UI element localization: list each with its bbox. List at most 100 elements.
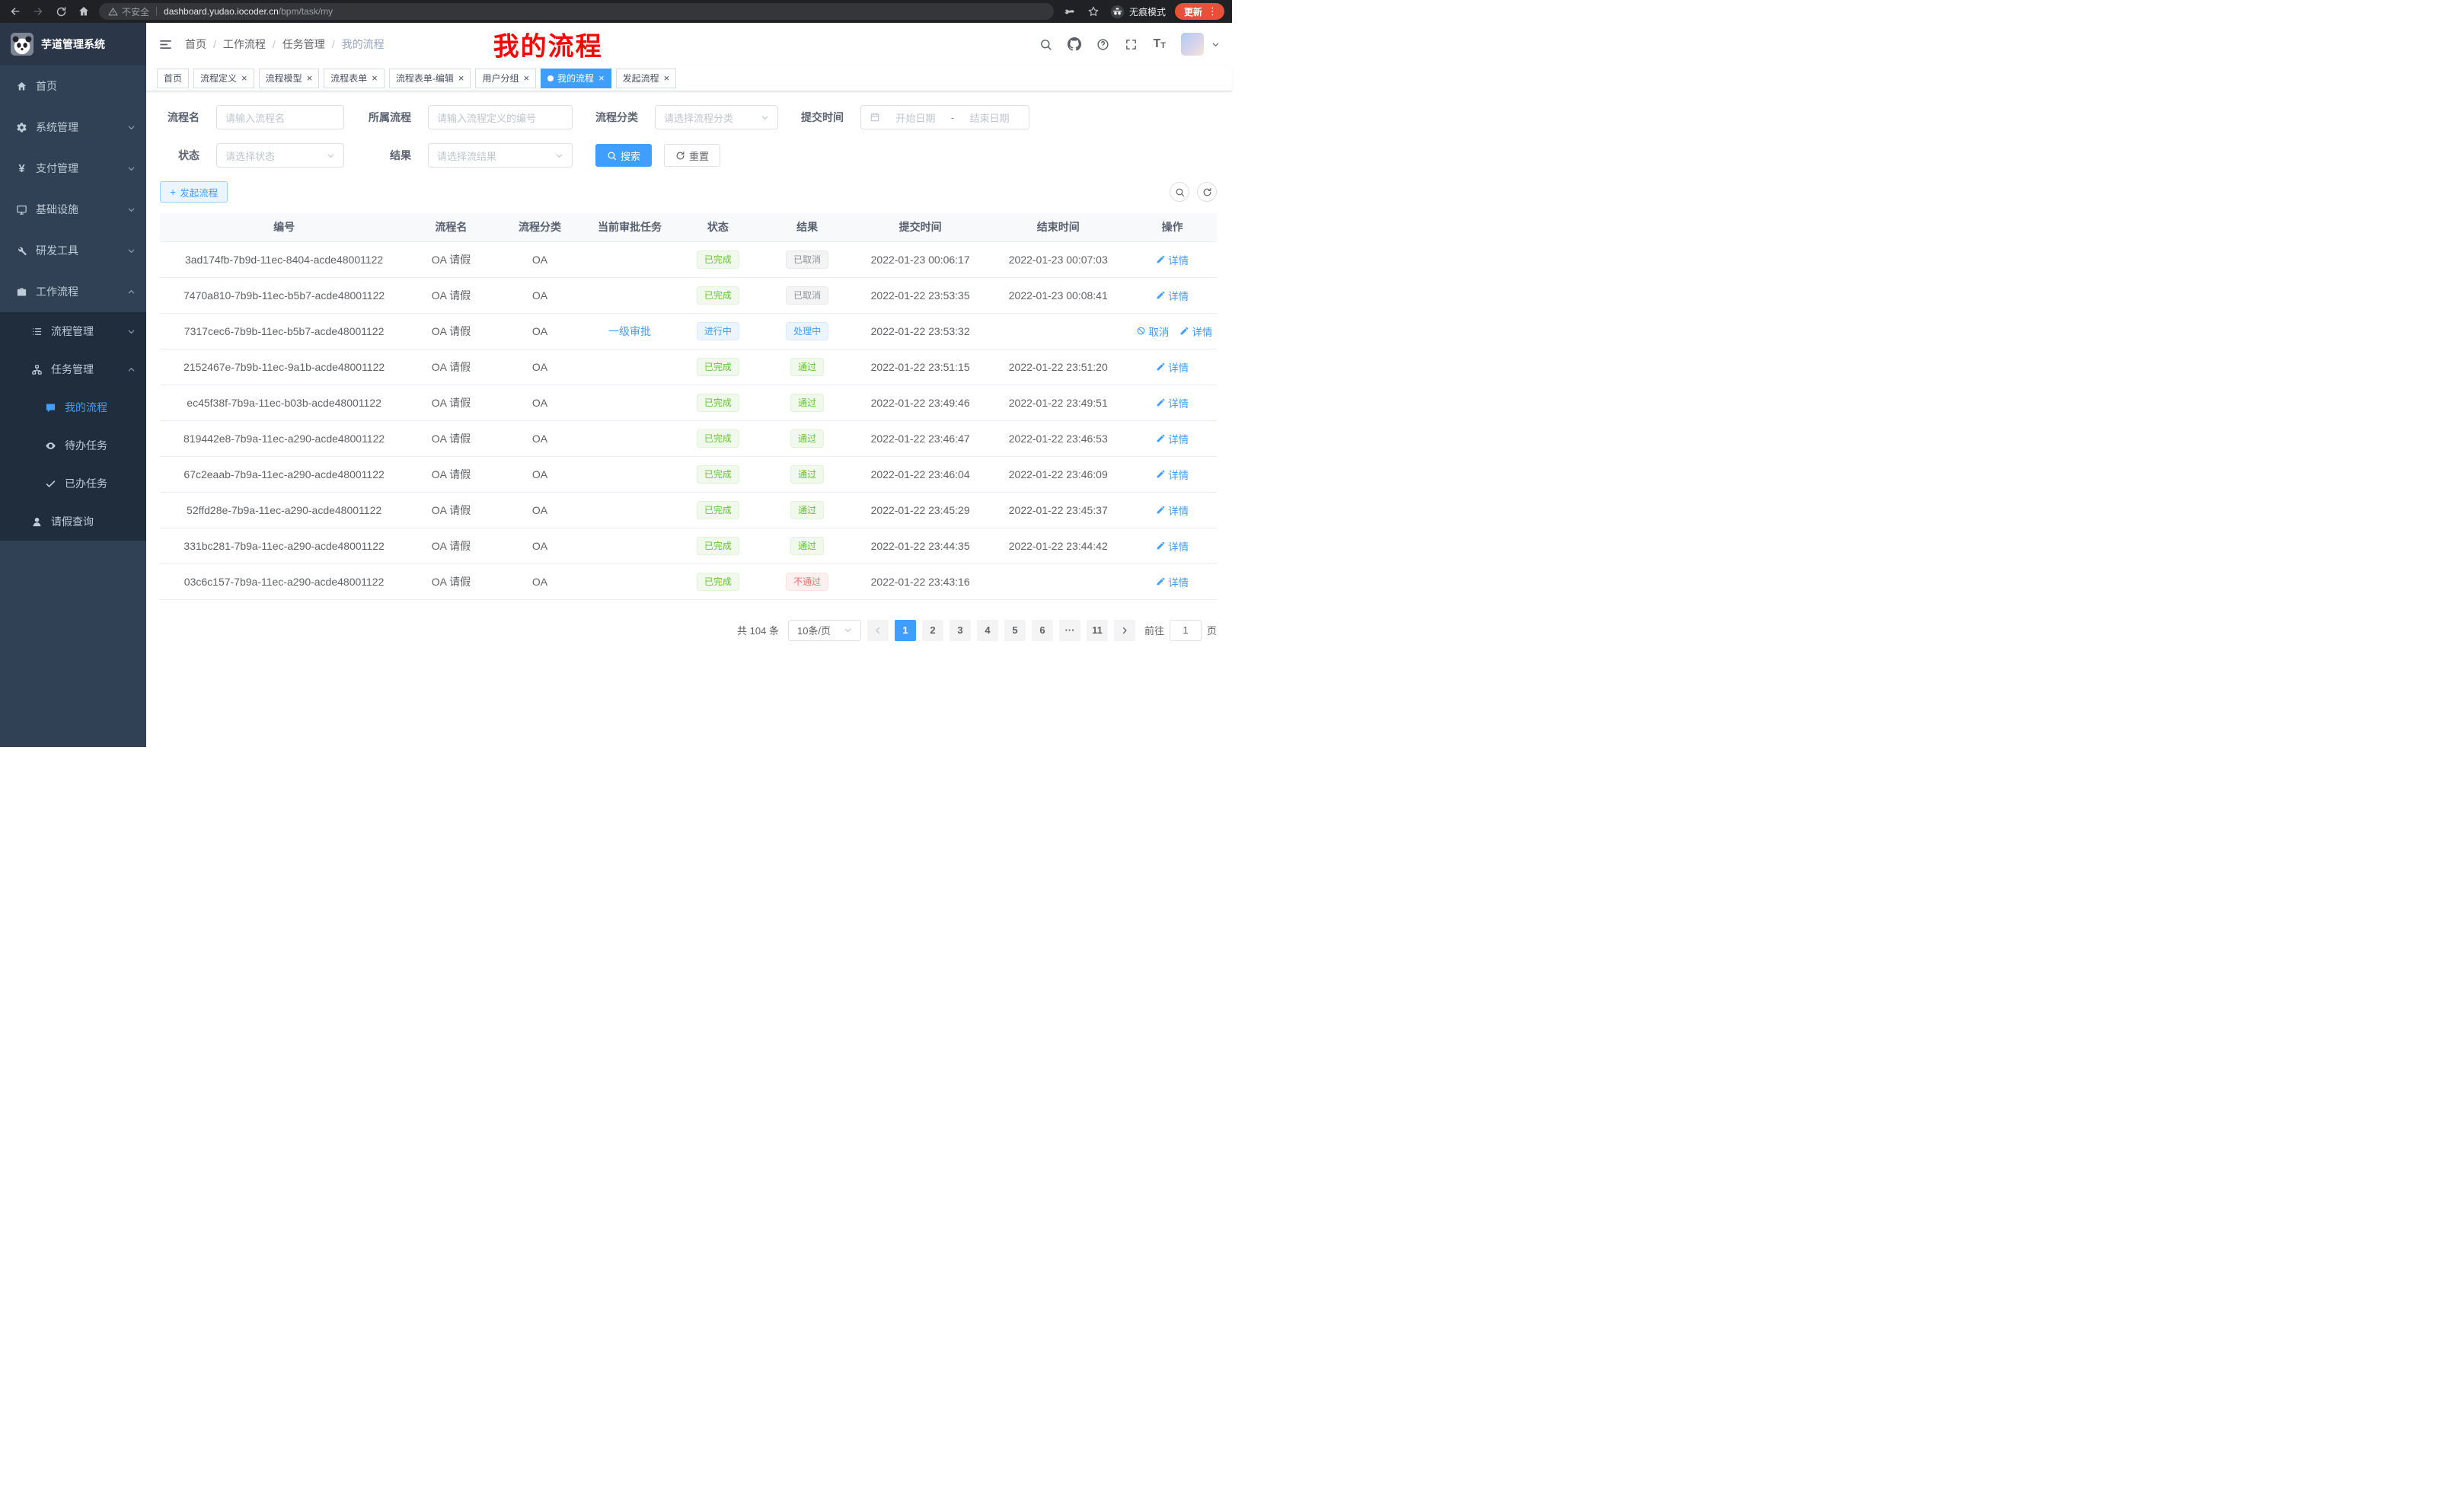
tab-流程表单[interactable]: 流程表单× <box>324 69 385 88</box>
detail-action-button[interactable]: 详情 <box>1156 538 1189 554</box>
page-button-3[interactable]: 3 <box>950 620 971 641</box>
detail-action-button[interactable]: 详情 <box>1156 503 1189 518</box>
tab-close-icon[interactable]: × <box>663 73 670 83</box>
avatar-caret-icon[interactable] <box>1211 40 1220 49</box>
cell-end-time: 2022-01-22 23:46:53 <box>988 420 1128 456</box>
tab-close-icon[interactable]: × <box>306 73 313 83</box>
annotation-overlay: 我的流程 <box>493 26 603 63</box>
reset-button[interactable]: 重置 <box>664 144 720 167</box>
detail-action-button[interactable]: 详情 <box>1156 252 1189 267</box>
table-row: 52ffd28e-7b9a-11ec-a290-acde48001122OA 请… <box>160 492 1217 528</box>
breadcrumb-workflow[interactable]: 工作流程 <box>223 37 266 52</box>
breadcrumb-task-mgmt[interactable]: 任务管理 <box>282 37 325 52</box>
result-select[interactable]: 请选择流结果 <box>428 143 573 168</box>
tab-发起流程[interactable]: 发起流程× <box>616 69 677 88</box>
tab-close-icon[interactable]: × <box>458 73 464 83</box>
sidebar-item-leave-query[interactable]: 请假查询 <box>0 503 146 541</box>
page-button-4[interactable]: 4 <box>977 620 998 641</box>
breadcrumb-home[interactable]: 首页 <box>185 37 206 52</box>
kebab-menu-icon[interactable]: ⋮ <box>1208 5 1218 18</box>
tab-流程表单-编辑[interactable]: 流程表单-编辑× <box>389 69 471 88</box>
update-button[interactable]: 更新 ⋮ <box>1175 3 1224 20</box>
chevron-up-icon <box>127 288 136 296</box>
tab-流程定义[interactable]: 流程定义× <box>193 69 254 88</box>
refresh-table-button[interactable] <box>1197 182 1217 202</box>
sidebar-item-devtools[interactable]: 研发工具 <box>0 230 146 271</box>
tab-首页[interactable]: 首页 <box>157 69 189 88</box>
page-button-1[interactable]: 1 <box>895 620 916 641</box>
prev-page-button[interactable] <box>867 620 889 641</box>
cell-category: OA <box>494 420 586 456</box>
detail-action-button[interactable]: 详情 <box>1156 574 1189 589</box>
process-name-input[interactable]: 请输入流程名 <box>216 105 344 129</box>
sidebar-item-my-process[interactable]: 我的流程 <box>0 388 146 426</box>
chevron-down-icon <box>555 152 563 160</box>
sidebar-item-todo-tasks[interactable]: 待办任务 <box>0 426 146 464</box>
page-button-5[interactable]: 5 <box>1004 620 1026 641</box>
detail-action-button[interactable]: 详情 <box>1156 431 1189 446</box>
start-process-button[interactable]: + 发起流程 <box>160 181 228 203</box>
browser-home-icon[interactable] <box>76 4 91 19</box>
check-icon <box>44 478 57 490</box>
detail-action-button[interactable]: 详情 <box>1156 395 1189 410</box>
cell-current-task <box>586 349 673 385</box>
sidebar-item-infra[interactable]: 基础设施 <box>0 189 146 230</box>
tab-用户分组[interactable]: 用户分组× <box>475 69 536 88</box>
process-id-input[interactable]: 请输入流程定义的编号 <box>428 105 573 129</box>
page-button-6[interactable]: 6 <box>1032 620 1053 641</box>
goto-page-input[interactable] <box>1170 620 1202 641</box>
page-buttons: 123456···11 <box>895 620 1108 641</box>
edit-icon <box>1179 326 1189 336</box>
edit-icon <box>1156 576 1166 586</box>
tab-close-icon[interactable]: × <box>241 73 247 83</box>
status-select[interactable]: 请选择状态 <box>216 143 344 168</box>
detail-action-button[interactable]: 详情 <box>1156 467 1189 482</box>
app-logo[interactable]: 芋道管理系统 <box>0 23 146 65</box>
tab-close-icon[interactable]: × <box>598 73 605 83</box>
bookmark-star-icon[interactable] <box>1086 4 1101 19</box>
header-search-icon[interactable] <box>1039 38 1052 51</box>
tab-流程模型[interactable]: 流程模型× <box>259 69 320 88</box>
key-icon[interactable] <box>1061 4 1077 19</box>
page-size-select[interactable]: 10条/页 <box>788 620 861 641</box>
detail-action-button[interactable]: 详情 <box>1179 324 1212 339</box>
detail-action-button[interactable]: 详情 <box>1156 359 1189 375</box>
submit-time-range[interactable]: 开始日期 - 结束日期 <box>860 105 1029 129</box>
back-icon[interactable] <box>8 4 23 19</box>
tab-close-icon[interactable]: × <box>522 73 529 83</box>
action-label: 详情 <box>1168 574 1189 589</box>
hamburger-icon[interactable] <box>158 37 173 52</box>
category-select[interactable]: 请选择流程分类 <box>655 105 778 129</box>
result-tag: 通过 <box>790 537 824 555</box>
next-page-button[interactable] <box>1114 620 1135 641</box>
sidebar-item-workflow[interactable]: 工作流程 <box>0 271 146 312</box>
cancel-action-button[interactable]: 取消 <box>1136 324 1169 339</box>
font-size-icon[interactable]: TT <box>1153 38 1166 50</box>
toggle-search-button[interactable] <box>1170 182 1189 202</box>
reload-icon[interactable] <box>53 4 69 19</box>
chevron-down-icon <box>127 164 136 173</box>
page-button-2[interactable]: 2 <box>922 620 943 641</box>
sidebar-item-payment[interactable]: ¥支付管理 <box>0 148 146 189</box>
current-task-link[interactable]: 一级审批 <box>608 325 651 337</box>
incognito-badge[interactable]: 无痕模式 <box>1110 5 1166 19</box>
sidebar-item-process-mgmt[interactable]: 流程管理 <box>0 312 146 350</box>
fullscreen-icon[interactable] <box>1125 38 1138 51</box>
github-icon[interactable] <box>1068 37 1081 51</box>
sidebar-item-task-mgmt[interactable]: 任务管理 <box>0 350 146 388</box>
search-button[interactable]: 搜索 <box>595 144 652 167</box>
detail-action-button[interactable]: 详情 <box>1156 288 1189 303</box>
tab-close-icon[interactable]: × <box>371 73 378 83</box>
page-button-11[interactable]: 11 <box>1087 620 1108 641</box>
sidebar-item-label: 我的流程 <box>65 400 136 415</box>
sidebar-item-home[interactable]: 首页 <box>0 65 146 107</box>
forward-icon[interactable] <box>30 4 46 19</box>
security-warning[interactable]: 不安全 <box>108 5 149 18</box>
address-bar[interactable]: 不安全 dashboard.yudao.iocoder.cn/bpm/task/… <box>99 3 1054 20</box>
help-icon[interactable] <box>1096 38 1109 51</box>
action-label: 详情 <box>1168 395 1189 410</box>
sidebar-item-done-tasks[interactable]: 已办任务 <box>0 464 146 503</box>
tab-我的流程-active[interactable]: 我的流程× <box>541 69 611 88</box>
sidebar-item-system[interactable]: 系统管理 <box>0 107 146 148</box>
user-avatar[interactable] <box>1181 33 1204 56</box>
